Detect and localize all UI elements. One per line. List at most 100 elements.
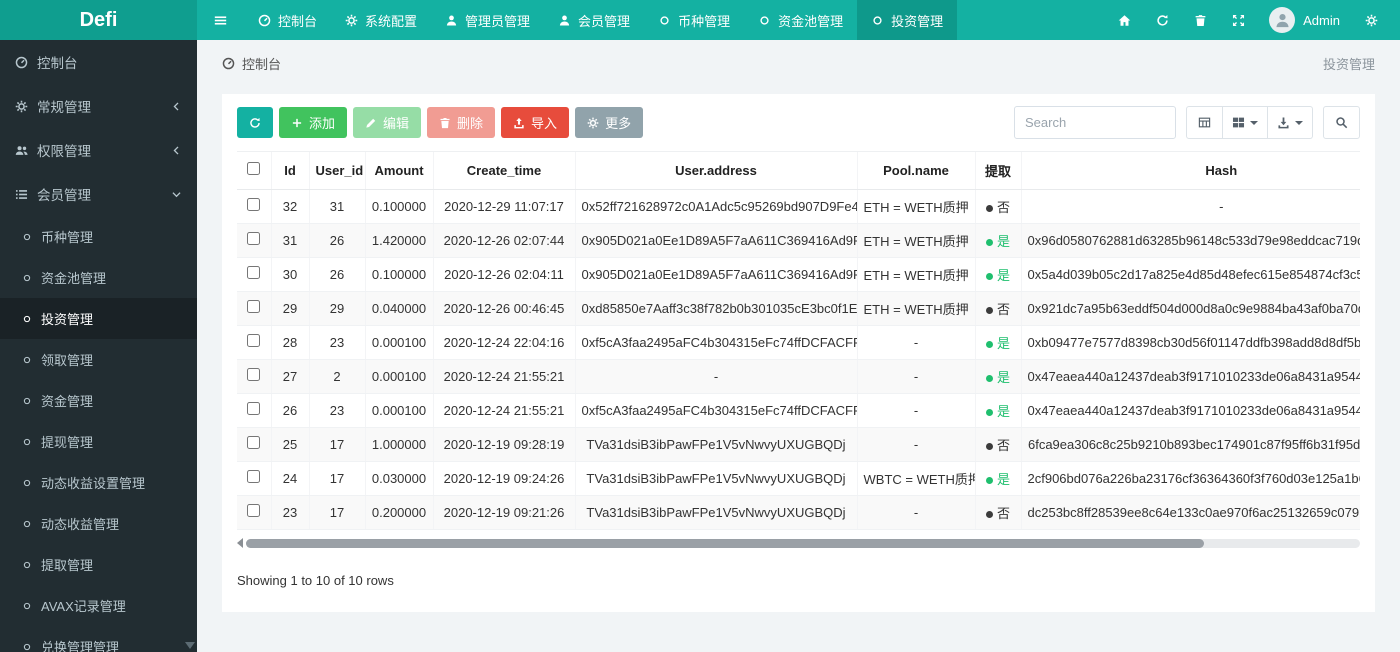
column-header-hash[interactable]: Hash [1021,152,1360,189]
withdraw-label: 否 [997,200,1010,215]
cell-user-address: TVa31dsiB3ibPawFPe1V5vNwvyUXUGBQDj [575,427,857,461]
top-nav-item-label: 系统配置 [365,11,417,30]
sidebar-item-invest-manage[interactable]: 投资管理 [0,298,197,339]
app-root: Defi 控制台系统配置管理员管理会员管理币种管理资金池管理投资管理 Admin… [0,0,1400,652]
sidebar-item-fund-manage[interactable]: 资金管理 [0,380,197,421]
sidebar-item-pool-manage[interactable]: 资金池管理 [0,257,197,298]
circle-icon [758,14,771,27]
sidebar-item-avax-records[interactable]: AVAX记录管理 [0,585,197,626]
withdraw-label: 是 [997,268,1010,283]
brand-logo[interactable]: Defi [0,0,197,40]
row-checkbox[interactable] [247,368,260,381]
button-label: 删除 [457,113,483,132]
cell-amount: 0.000100 [365,393,433,427]
more-button[interactable]: 更多 [575,107,643,138]
column-header-pool-name[interactable]: Pool.name [857,152,975,189]
row-checkbox[interactable] [247,266,260,279]
column-header-create-time[interactable]: Create_time [433,152,575,189]
column-header-amount[interactable]: Amount [365,152,433,189]
row-checkbox[interactable] [247,436,260,449]
export-icon [1277,116,1290,129]
top-nav-item-console[interactable]: 控制台 [244,0,331,40]
cell-pool-name: ETH = WETH质押 [857,189,975,223]
top-nav-item-invest-manage[interactable]: 投资管理 [857,0,957,40]
row-checkbox[interactable] [247,334,260,347]
cell-hash: 0xb09477e7577d8398cb30d56f01147ddfb398ad… [1021,325,1360,359]
row-checkbox[interactable] [247,300,260,313]
sidebar-item-label: 币种管理 [41,227,182,246]
select-all-header [237,152,271,189]
fullscreen-button[interactable] [1219,0,1257,40]
sidebar-item-dynamic-income-settings[interactable]: 动态收益设置管理 [0,462,197,503]
sidebar-item-withdraw-manage[interactable]: 提现管理 [0,421,197,462]
sidebar-item-coin-manage[interactable]: 币种管理 [0,216,197,257]
row-checkbox[interactable] [247,470,260,483]
sidebar-item-label: 提现管理 [41,432,182,451]
sidebar-scroll-down-arrow[interactable] [185,642,195,649]
add-button[interactable]: 添加 [279,107,347,138]
top-nav-items: 控制台 系统配置管理员管理 会员管理币种管理资金池管理投资管理 [244,0,957,40]
sidebar-item-exchange-manage[interactable]: 兑换管理管理 [0,626,197,652]
cell-user-id: 26 [309,223,365,257]
cell-select [237,461,271,495]
export-button[interactable] [1268,106,1313,139]
cell-id: 26 [271,393,309,427]
sidebar-toggle-button[interactable] [197,0,244,40]
trash-button[interactable] [1181,0,1219,40]
select-all-checkbox[interactable] [247,162,260,175]
columns-button[interactable] [1223,106,1268,139]
cell-pool-name: ETH = WETH质押 [857,223,975,257]
row-checkbox[interactable] [247,232,260,245]
edit-button[interactable]: 编辑 [353,107,421,138]
sidebar-item-extract-manage[interactable]: 提取管理 [0,544,197,585]
horizontal-scrollbar[interactable] [237,538,1360,549]
sidebar-item-console[interactable]: 控制台 [0,40,197,84]
sidebar-item-permission-manage[interactable]: 权限管理 [0,128,197,172]
cell-user-address: TVa31dsiB3ibPawFPe1V5vNwvyUXUGBQDj [575,495,857,529]
sidebar-item-member-manage[interactable]: 会员管理 [0,172,197,216]
user-icon [445,14,458,27]
cell-amount: 0.100000 [365,257,433,291]
sidebar-item-general-manage[interactable]: 常规管理 [0,84,197,128]
cell-hash: 0x5a4d039b05c2d17a825e4d85d48efec615e854… [1021,257,1360,291]
cell-amount: 0.040000 [365,291,433,325]
column-header-id[interactable]: Id [271,152,309,189]
delete-button[interactable]: 删除 [427,107,495,138]
search-input[interactable] [1014,106,1176,139]
column-header-user-address[interactable]: User.address [575,152,857,189]
user-menu[interactable]: Admin [1257,7,1352,33]
cell-id: 24 [271,461,309,495]
pagination-summary: Showing 1 to 10 of 10 rows [237,573,1360,588]
top-nav-item-admin-manage[interactable]: 管理员管理 [431,0,544,40]
top-nav-item-system-config[interactable]: 系统配置 [331,0,431,40]
search-button[interactable] [1323,106,1360,139]
column-header-withdraw[interactable]: 提取 [975,152,1021,189]
sidebar-item-claim-manage[interactable]: 领取管理 [0,339,197,380]
home-button[interactable] [1105,0,1143,40]
settings-button[interactable] [1352,0,1390,40]
breadcrumb[interactable]: 控制台 [222,54,281,73]
row-checkbox[interactable] [247,504,260,517]
top-nav-item-member-manage[interactable]: 会员管理 [544,0,644,40]
cell-create-time: 2020-12-24 21:55:21 [433,359,575,393]
table-row: 30260.1000002020-12-26 02:04:110x905D021… [237,257,1360,291]
import-button[interactable]: 导入 [501,107,569,138]
top-nav-item-pool-manage[interactable]: 资金池管理 [744,0,857,40]
scroll-left-arrow-icon[interactable] [237,538,243,548]
status-dot-icon [986,511,993,518]
toggle-view-button[interactable] [1186,106,1223,139]
sidebar-item-dynamic-income-manage[interactable]: 动态收益管理 [0,503,197,544]
withdraw-label: 是 [997,234,1010,249]
circle-icon [658,14,671,27]
refresh-button[interactable] [237,107,273,138]
top-nav-item-coin-manage[interactable]: 币种管理 [644,0,744,40]
scrollbar-track[interactable] [246,539,1360,548]
row-checkbox[interactable] [247,198,260,211]
column-header-user-id[interactable]: User_id [309,152,365,189]
table-header-row: IdUser_idAmountCreate_timeUser.addressPo… [237,152,1360,189]
scrollbar-thumb[interactable] [246,539,1204,548]
top-nav-item-label: 会员管理 [578,11,630,30]
row-checkbox[interactable] [247,402,260,415]
cell-withdraw: 是 [975,223,1021,257]
refresh-button[interactable] [1143,0,1181,40]
